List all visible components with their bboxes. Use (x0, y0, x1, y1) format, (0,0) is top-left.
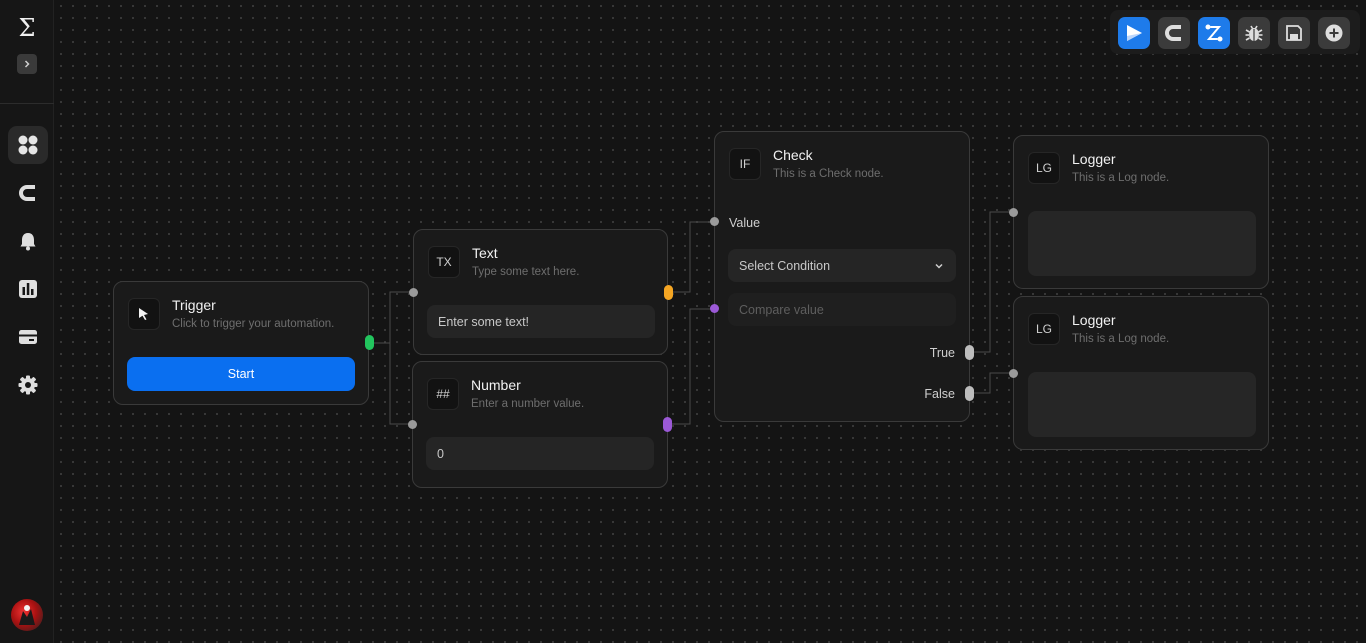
check-compare-input-port[interactable] (710, 304, 719, 313)
node-subtitle: This is a Check node. (773, 168, 884, 180)
app-logo[interactable]: Σ (0, 14, 54, 42)
node-subtitle: This is a Log node. (1072, 333, 1170, 345)
debug-button[interactable] (1238, 17, 1270, 49)
add-node-button[interactable] (1318, 17, 1350, 49)
magnet-icon (1165, 25, 1181, 41)
start-button[interactable]: Start (127, 357, 355, 391)
node-subtitle: This is a Log node. (1072, 172, 1170, 184)
logger-node-2[interactable]: LG Logger This is a Log node. (1013, 296, 1269, 450)
check-true-output-port[interactable] (965, 345, 974, 360)
condition-select-label: Select Condition (739, 258, 831, 273)
node-title: Trigger (172, 297, 216, 313)
sidebar-item-dashboard[interactable] (8, 126, 48, 164)
text-output-port[interactable] (664, 285, 673, 300)
number-type-icon: ## (427, 378, 459, 410)
log-output-area (1028, 211, 1256, 276)
magnet-icon (19, 185, 35, 201)
number-output-port[interactable] (663, 417, 672, 432)
bell-icon (20, 233, 36, 251)
save-button[interactable] (1278, 17, 1310, 49)
magnet-button[interactable] (1158, 17, 1190, 49)
text-type-icon: TX (428, 246, 460, 278)
number-input-port[interactable] (408, 420, 417, 429)
number-node[interactable]: ## Number Enter a number value. 0 (412, 361, 668, 488)
user-avatar[interactable] (11, 599, 43, 631)
auto-connect-button[interactable] (1198, 17, 1230, 49)
sidebar-divider (0, 103, 54, 104)
true-label: True (929, 346, 955, 360)
log-type-icon: LG (1028, 313, 1060, 345)
text-input[interactable]: Enter some text! (427, 305, 655, 338)
if-type-icon: IF (729, 148, 761, 180)
logger-node-1[interactable]: LG Logger This is a Log node. (1013, 135, 1269, 289)
log-output-area (1028, 372, 1256, 437)
value-label: Value (729, 216, 761, 230)
sidebar-item-settings[interactable] (8, 366, 48, 404)
false-label: False (924, 387, 955, 401)
log-type-icon: LG (1028, 152, 1060, 184)
chevron-down-icon (935, 263, 943, 269)
connect-icon (1205, 24, 1223, 42)
sidebar-item-integrations[interactable] (8, 174, 48, 212)
sidebar: Σ (0, 0, 54, 643)
check-node[interactable]: IF Check This is a Check node. Value Sel… (714, 131, 970, 422)
canvas-toolbar (1110, 10, 1360, 54)
trigger-output-port[interactable] (365, 335, 374, 350)
node-subtitle: Click to trigger your automation. (172, 318, 335, 330)
debug-icon (1245, 25, 1263, 41)
sidebar-item-billing[interactable] (8, 318, 48, 356)
node-title: Number (471, 377, 521, 393)
compare-value-input[interactable]: Compare value (728, 293, 956, 326)
cursor-icon (128, 298, 160, 330)
sidebar-item-analytics[interactable] (8, 270, 48, 308)
node-title: Logger (1072, 312, 1116, 328)
add-icon (1325, 24, 1343, 42)
save-icon (1286, 25, 1302, 41)
gear-icon (18, 375, 38, 395)
trigger-node[interactable]: Trigger Click to trigger your automation… (113, 281, 369, 405)
sidebar-item-notifications[interactable] (8, 222, 48, 260)
check-false-output-port[interactable] (965, 386, 974, 401)
condition-select[interactable]: Select Condition (728, 249, 956, 282)
chevron-right-icon (24, 60, 30, 68)
text-input-port[interactable] (409, 288, 418, 297)
logger1-input-port[interactable] (1009, 208, 1018, 217)
avatar-image (19, 605, 35, 625)
text-node[interactable]: TX Text Type some text here. Enter some … (413, 229, 668, 355)
check-value-input-port[interactable] (710, 217, 719, 226)
app: Σ Trigger Click to trigger your automati… (0, 0, 1366, 643)
chart-icon (19, 280, 37, 298)
run-button[interactable] (1118, 17, 1150, 49)
expand-sidebar-button[interactable] (17, 54, 37, 74)
number-input[interactable]: 0 (426, 437, 654, 470)
logger2-input-port[interactable] (1009, 369, 1018, 378)
node-title: Text (472, 245, 498, 261)
run-icon (1127, 25, 1142, 41)
dashboard-icon (18, 135, 38, 155)
node-title: Check (773, 147, 813, 163)
node-title: Logger (1072, 151, 1116, 167)
card-icon (19, 330, 37, 344)
node-subtitle: Type some text here. (472, 266, 580, 278)
node-subtitle: Enter a number value. (471, 398, 585, 410)
